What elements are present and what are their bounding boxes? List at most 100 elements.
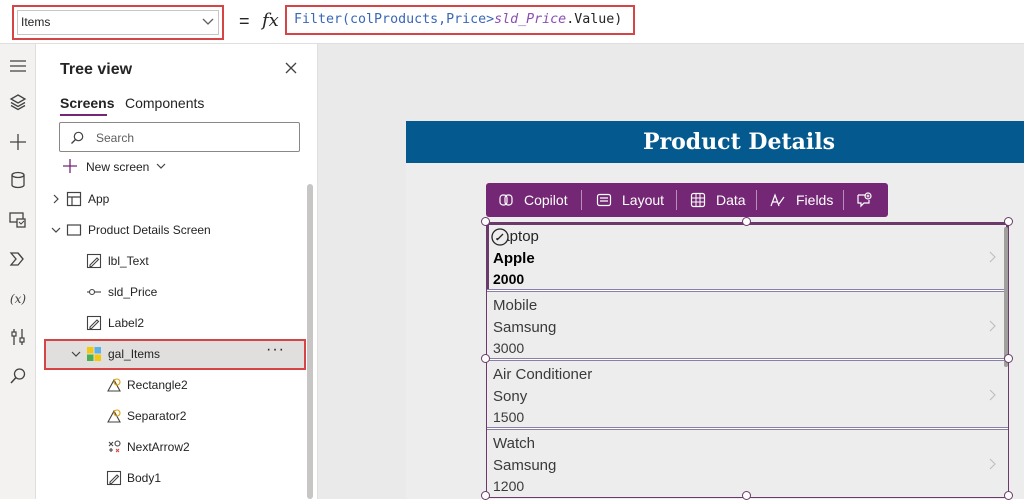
- icons-icon: [108, 440, 121, 453]
- header-title: Product Details: [643, 129, 835, 155]
- item-title: Mobile: [493, 297, 538, 314]
- copilot-label: Copilot: [524, 192, 568, 208]
- layout-button[interactable]: Layout: [596, 183, 676, 217]
- property-dropdown-value: Items: [21, 15, 51, 29]
- tree-view-layers-icon[interactable]: [8, 92, 28, 112]
- tab-screens-underline: [60, 114, 107, 116]
- tree-search-input[interactable]: Search: [59, 122, 300, 152]
- tab-components[interactable]: Components: [125, 95, 204, 111]
- tab-screens[interactable]: Screens: [60, 95, 114, 111]
- close-icon[interactable]: [284, 61, 298, 75]
- chevron-right-icon[interactable]: [50, 193, 62, 205]
- data-button[interactable]: Data: [690, 183, 754, 217]
- formula-control-ref: sld_Price: [494, 12, 567, 27]
- fields-button[interactable]: Fields: [770, 183, 838, 217]
- next-arrow-icon[interactable]: [987, 251, 997, 263]
- toolbar-divider: [843, 190, 844, 210]
- next-arrow-icon[interactable]: [987, 389, 997, 401]
- gallery-item[interactable]: Laptop Apple 2000: [487, 223, 1008, 292]
- tree-node-gal-items[interactable]: gal_Items ···: [44, 339, 306, 370]
- chevron-down-icon[interactable]: [70, 348, 82, 360]
- resize-handle[interactable]: [1004, 354, 1013, 363]
- toolbar-divider: [581, 190, 582, 210]
- item-brand: Samsung: [493, 457, 557, 474]
- new-screen-label: New screen: [86, 160, 150, 174]
- fx-icon: fx: [262, 10, 279, 31]
- copilot-button[interactable]: Copilot: [498, 183, 580, 217]
- gallery-item[interactable]: Air Conditioner Sony 1500: [487, 361, 1008, 430]
- item-title: Air Conditioner: [493, 366, 593, 383]
- slider-icon: [87, 288, 101, 296]
- app-icon: [66, 191, 82, 207]
- item-price: 1200: [493, 478, 525, 494]
- tree-node-label: sld_Price: [108, 285, 158, 299]
- item-title: Watch: [493, 435, 535, 452]
- chevron-down-icon[interactable]: [50, 224, 62, 236]
- tree-node-label: Product Details Screen: [88, 223, 211, 237]
- tree-node-screen[interactable]: Product Details Screen: [44, 215, 306, 246]
- copilot-icon: [499, 194, 513, 206]
- next-arrow-icon[interactable]: [987, 320, 997, 332]
- add-comment-button[interactable]: [854, 183, 880, 217]
- tree-node-label: lbl_Text: [108, 254, 149, 268]
- equals-sign: =: [239, 11, 250, 31]
- formula-tail: .Value): [566, 12, 623, 27]
- formula-function: Filter(colProducts,Price>: [294, 12, 495, 27]
- tree-node-app[interactable]: App: [44, 184, 306, 215]
- shapes-icon: [107, 409, 121, 423]
- insert-plus-icon[interactable]: [8, 132, 28, 152]
- tree-scrollbar[interactable]: [307, 184, 313, 499]
- canvas-area: Product Details Copilot Layout Data Fiel…: [318, 44, 1024, 500]
- power-automate-icon[interactable]: [8, 249, 28, 269]
- next-arrow-icon[interactable]: [987, 458, 997, 470]
- tree-node-label: Body1: [127, 471, 162, 485]
- property-dropdown[interactable]: Items: [12, 5, 224, 40]
- search-icon: [71, 131, 84, 144]
- label-edit-icon: [106, 470, 122, 486]
- more-options-icon[interactable]: ···: [266, 341, 285, 359]
- hamburger-menu-icon[interactable]: [8, 56, 28, 76]
- tree-node-rectangle2[interactable]: Rectangle2: [44, 370, 306, 401]
- app-screen: Product Details Copilot Layout Data Fiel…: [406, 121, 1024, 500]
- data-cylinder-icon[interactable]: [8, 170, 28, 190]
- tree-node-body1[interactable]: Body1: [44, 463, 306, 494]
- comment-add-icon: [857, 192, 872, 208]
- tree-node-nextarrow2[interactable]: NextArrow2: [44, 432, 306, 463]
- tree-node-lbl-text[interactable]: lbl_Text: [44, 246, 306, 277]
- edit-pencil-icon[interactable]: [491, 228, 509, 246]
- products-gallery[interactable]: Laptop Apple 2000 Mobile Samsung 3000 Ai…: [486, 222, 1009, 498]
- gallery-item[interactable]: Watch Samsung 1200: [487, 430, 1008, 499]
- search-icon[interactable]: [8, 366, 28, 386]
- gallery-icon: [87, 347, 101, 361]
- tree-node-label: NextArrow2: [127, 440, 190, 454]
- fields-label: Fields: [796, 192, 834, 208]
- tree-view-title: Tree view: [60, 61, 133, 78]
- media-icon[interactable]: [8, 210, 28, 230]
- toolbar-divider: [676, 190, 677, 210]
- gallery-item[interactable]: Mobile Samsung 3000: [487, 292, 1008, 361]
- variables-icon[interactable]: (x): [8, 288, 28, 308]
- tree-node-label2[interactable]: Label2: [44, 308, 306, 339]
- advanced-tools-icon[interactable]: [8, 327, 28, 347]
- svg-text:(x): (x): [10, 292, 26, 306]
- resize-handle[interactable]: [1004, 217, 1013, 226]
- resize-handle[interactable]: [742, 217, 751, 226]
- layout-icon: [596, 193, 612, 207]
- label-edit-icon: [86, 315, 102, 331]
- formula-input[interactable]: Filter(colProducts,Price>sld_Price.Value…: [285, 5, 635, 35]
- tree-node-sld-price[interactable]: sld_Price: [44, 277, 306, 308]
- search-placeholder: Search: [96, 131, 135, 145]
- screen-icon: [66, 224, 82, 236]
- resize-handle[interactable]: [481, 217, 490, 226]
- tree-node-separator2[interactable]: Separator2: [44, 401, 306, 432]
- resize-handle[interactable]: [481, 354, 490, 363]
- tree-node-label: gal_Items: [108, 347, 161, 361]
- tree-view-panel: Tree view Screens Components Search New …: [44, 44, 318, 499]
- chevron-down-icon: [202, 18, 214, 25]
- tree-node-label: Label2: [108, 316, 145, 330]
- gallery-scrollbar[interactable]: [1004, 227, 1008, 367]
- formula-bar: Items = fx Filter(colProducts,Price>sld_…: [0, 0, 1024, 44]
- shapes-icon: [107, 378, 121, 392]
- item-brand: Sony: [493, 388, 528, 405]
- selected-item-border: [487, 223, 1008, 292]
